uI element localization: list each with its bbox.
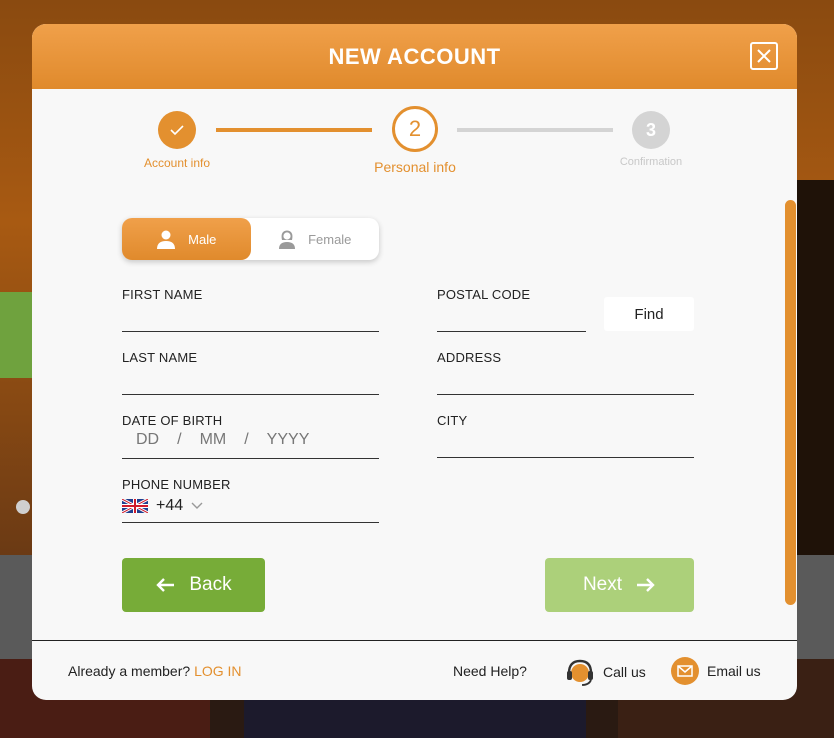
address-field[interactable]: ADDRESS: [437, 350, 694, 395]
female-user-icon: [279, 230, 296, 249]
phone-prefix: +44: [156, 497, 184, 514]
email-us-label: Email us: [707, 663, 761, 679]
step-connector-todo: [457, 128, 613, 132]
step-3-label: Confirmation: [619, 156, 683, 168]
modal-title: NEW ACCOUNT: [328, 43, 501, 69]
step-2-label: Personal info: [374, 159, 456, 175]
checkmark-icon: [170, 125, 184, 136]
address-label: ADDRESS: [437, 350, 502, 365]
gender-male-option[interactable]: Male: [122, 218, 251, 260]
city-field[interactable]: CITY: [437, 413, 694, 458]
dob-month-input[interactable]: MM: [200, 431, 227, 449]
male-user-icon: [157, 230, 176, 249]
step-3-circle: 3: [632, 111, 670, 149]
chevron-down-icon: [191, 502, 203, 509]
dob-separator: /: [244, 431, 249, 448]
new-account-modal: NEW ACCOUNT 2 3 Account info Personal in…: [32, 24, 797, 700]
step-1-label: Account info: [143, 156, 211, 170]
first-name-label: FIRST NAME: [122, 287, 203, 302]
male-label: Male: [188, 231, 217, 247]
dob-separator: /: [177, 431, 182, 448]
last-name-field[interactable]: LAST NAME: [122, 350, 379, 395]
female-label: Female: [308, 231, 352, 247]
already-member-text: Already a member? LOG IN: [68, 663, 242, 679]
date-of-birth-field[interactable]: DATE OF BIRTH DD / MM / YYYY: [122, 413, 379, 459]
progress-stepper: 2 3 Account info Personal info Confirmat…: [32, 89, 797, 179]
call-us-label: Call us: [603, 664, 646, 680]
city-label: CITY: [437, 413, 468, 428]
find-address-button[interactable]: Find: [604, 297, 694, 331]
need-help-label: Need Help?: [453, 663, 527, 679]
modal-header: NEW ACCOUNT: [32, 24, 797, 89]
arrow-right-icon: [637, 578, 655, 592]
back-button[interactable]: Back: [122, 558, 265, 612]
phone-country-select[interactable]: +44: [122, 497, 203, 515]
postal-code-field[interactable]: POSTAL CODE: [437, 287, 586, 332]
step-2-circle: 2: [392, 106, 438, 152]
gender-female-option[interactable]: Female: [251, 218, 380, 260]
dob-day-input[interactable]: DD: [136, 431, 159, 449]
last-name-label: LAST NAME: [122, 350, 198, 365]
envelope-icon: [671, 657, 699, 685]
date-of-birth-label: DATE OF BIRTH: [122, 413, 223, 428]
gender-toggle: Male Female: [122, 218, 379, 260]
back-label: Back: [189, 574, 232, 595]
uk-flag-icon: [122, 499, 148, 513]
step-1-circle: [158, 111, 196, 149]
arrow-left-icon: [156, 578, 175, 592]
first-name-field[interactable]: FIRST NAME: [122, 287, 379, 332]
phone-number-field[interactable]: PHONE NUMBER +44: [122, 477, 379, 523]
close-button[interactable]: [750, 42, 778, 70]
headset-icon: [567, 659, 593, 686]
close-icon: [757, 49, 771, 63]
log-in-link[interactable]: LOG IN: [194, 663, 241, 679]
step-connector-done: [216, 128, 372, 132]
postal-code-label: POSTAL CODE: [437, 287, 531, 302]
next-label: Next: [582, 574, 623, 595]
scrollbar[interactable]: [785, 200, 796, 605]
next-button[interactable]: Next: [545, 558, 694, 612]
dob-inputs: DD / MM / YYYY: [136, 431, 309, 449]
phone-number-label: PHONE NUMBER: [122, 477, 231, 492]
call-us-link[interactable]: Call us: [565, 657, 646, 687]
modal-footer: Already a member? LOG IN Need Help? Call…: [32, 641, 797, 700]
email-us-link[interactable]: Email us: [671, 657, 761, 685]
carousel-dot: [16, 500, 30, 514]
dob-year-input[interactable]: YYYY: [267, 431, 310, 449]
